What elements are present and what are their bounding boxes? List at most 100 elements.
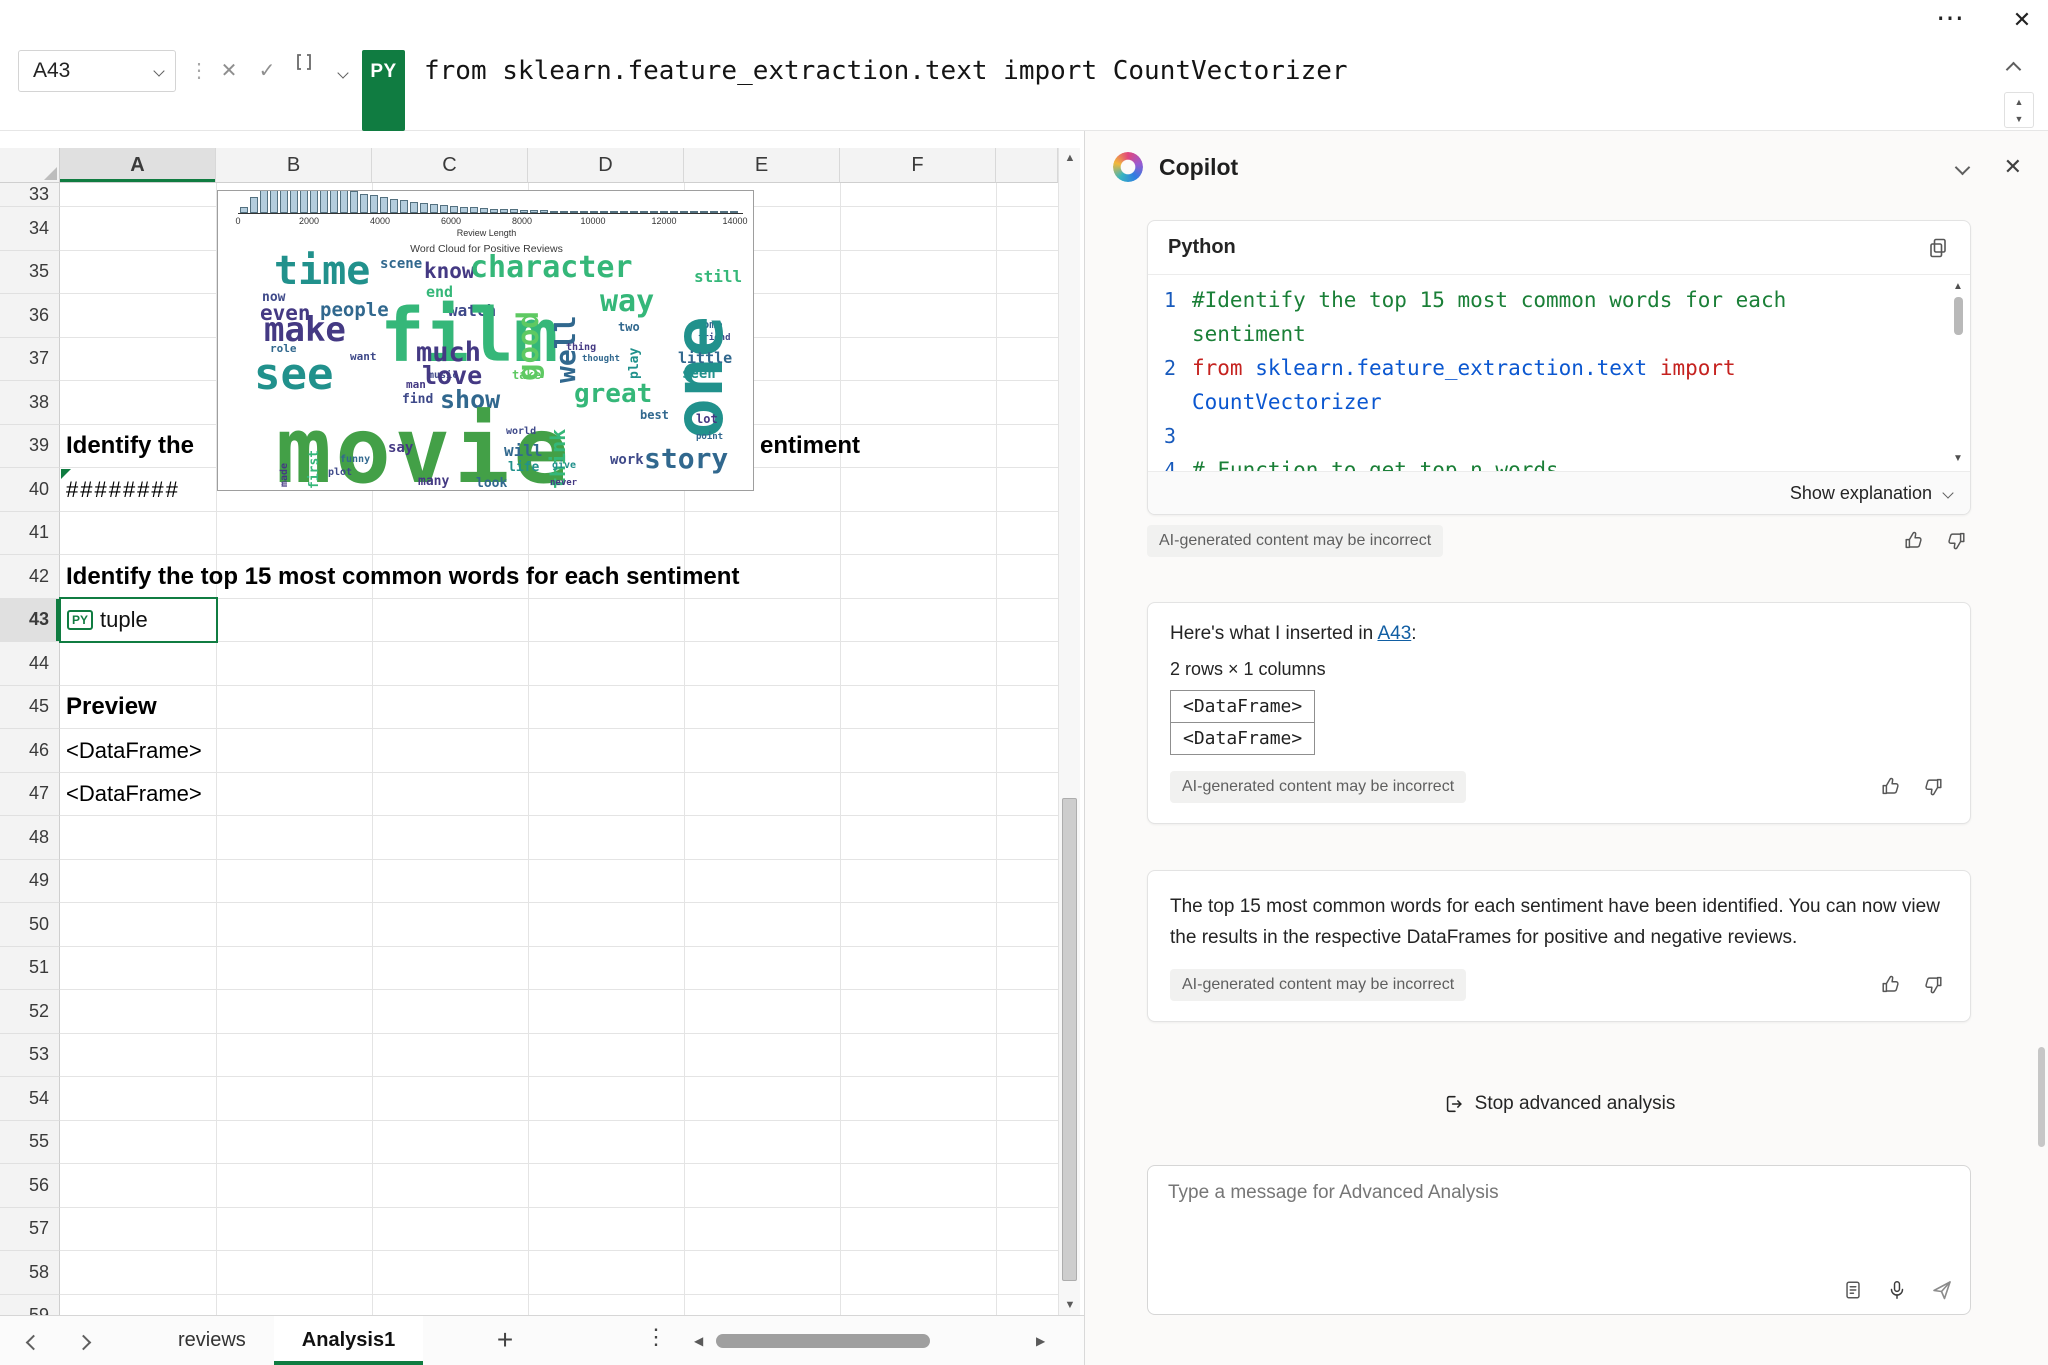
row-header-35[interactable]: 35 <box>0 251 60 295</box>
show-explanation-button[interactable]: Show explanation <box>1148 471 1970 514</box>
scroll-down-icon[interactable]: ▼ <box>1059 1295 1081 1315</box>
row-header-36[interactable]: 36 <box>0 294 60 338</box>
hscroll-right-icon[interactable]: ▶ <box>1036 1334 1045 1348</box>
column-header-C[interactable]: C <box>372 148 528 183</box>
row-header-52[interactable]: 52 <box>0 990 60 1034</box>
cloud-word: play <box>628 348 641 379</box>
row-header-40[interactable]: 40 <box>0 468 60 512</box>
row-header-53[interactable]: 53 <box>0 1034 60 1078</box>
code-scrollbar[interactable]: ▲ ▼ <box>1950 281 1966 465</box>
row-header-56[interactable]: 56 <box>0 1164 60 1208</box>
sheet-options-kebab-icon[interactable]: ⋮ <box>645 1324 667 1350</box>
row-header-49[interactable]: 49 <box>0 860 60 904</box>
select-all-corner[interactable] <box>0 148 60 183</box>
sheet-nav-right-icon[interactable] <box>78 1335 89 1353</box>
enter-check-icon[interactable]: ✓ <box>252 50 282 92</box>
cell-A46-text[interactable]: <DataFrame> <box>66 729 202 773</box>
copilot-collapse-icon[interactable] <box>1957 162 1968 173</box>
grid-vline <box>996 183 997 1315</box>
chat-input[interactable] <box>1168 1182 1808 1204</box>
thumbs-up-icon[interactable] <box>1880 776 1902 798</box>
formula-bar-collapse-icon[interactable] <box>2008 62 2019 80</box>
microphone-icon[interactable] <box>1886 1279 1908 1301</box>
row-header-38[interactable]: 38 <box>0 381 60 425</box>
row-header-59[interactable]: 59 <box>0 1295 60 1316</box>
cell-A47-text[interactable]: <DataFrame> <box>66 773 202 817</box>
cloud-word: made <box>280 463 290 487</box>
sheet-tab-reviews[interactable]: reviews <box>150 1316 274 1365</box>
cell-A42-text[interactable]: Identify the top 15 most common words fo… <box>66 555 739 599</box>
thumbs-down-icon[interactable] <box>1945 530 1967 552</box>
grid-vertical-scrollbar[interactable]: ▲ ▼ <box>1058 148 1080 1315</box>
column-header-partial[interactable] <box>996 148 1058 183</box>
window-more-icon[interactable]: ⋯ <box>1928 0 1972 40</box>
cell-A39-text-left[interactable]: Identify the <box>66 425 194 469</box>
name-box-chevron-icon[interactable] <box>153 65 164 76</box>
hscroll-left-icon[interactable]: ◀ <box>694 1334 703 1348</box>
embedded-chart-object[interactable]: 02000400060008000100001200014000 Review … <box>217 190 754 491</box>
name-box[interactable]: A43 <box>18 50 176 92</box>
thumbs-up-icon[interactable] <box>1880 974 1902 996</box>
spinner-down-icon[interactable]: ▼ <box>2015 114 2024 124</box>
row-header-44[interactable]: 44 <box>0 642 60 686</box>
row-header-41[interactable]: 41 <box>0 512 60 556</box>
vertical-scroll-thumb[interactable] <box>1062 798 1077 1281</box>
column-header-F[interactable]: F <box>840 148 996 183</box>
cell-flag-triangle <box>61 469 71 479</box>
column-header-A[interactable]: A <box>60 148 216 183</box>
row-header-57[interactable]: 57 <box>0 1208 60 1252</box>
row-header-42[interactable]: 42 <box>0 555 60 599</box>
thumbs-down-icon[interactable] <box>1922 974 1944 996</box>
cancel-icon[interactable]: ✕ <box>214 50 244 92</box>
row-header-50[interactable]: 50 <box>0 903 60 947</box>
column-header-D[interactable]: D <box>528 148 684 183</box>
cell-A45-text[interactable]: Preview <box>66 686 157 730</box>
column-header-E[interactable]: E <box>684 148 840 183</box>
spreadsheet-grid[interactable]: ABCDEF 333435363738394041424344454647484… <box>0 148 1058 1315</box>
prompt-library-icon[interactable] <box>1842 1279 1864 1301</box>
horizontal-scroll-thumb[interactable] <box>716 1334 930 1348</box>
row-header-51[interactable]: 51 <box>0 947 60 991</box>
cell-A40-overflow[interactable]: ######## <box>66 468 180 512</box>
python-object-icon[interactable] <box>292 50 322 92</box>
window-close-icon[interactable]: ✕ <box>2000 0 2044 40</box>
row-header-58[interactable]: 58 <box>0 1251 60 1295</box>
kebab-icon[interactable]: ⋮ <box>184 50 214 92</box>
row-header-46[interactable]: 46 <box>0 729 60 773</box>
thumbs-down-icon[interactable] <box>1922 776 1944 798</box>
row-header-45[interactable]: 45 <box>0 686 60 730</box>
row-header-55[interactable]: 55 <box>0 1121 60 1165</box>
row-header-48[interactable]: 48 <box>0 816 60 860</box>
sheet-tab-analysis1[interactable]: Analysis1 <box>274 1316 423 1365</box>
scroll-up-icon[interactable]: ▲ <box>1059 148 1081 168</box>
row-header-54[interactable]: 54 <box>0 1077 60 1121</box>
formula-options-chevron-icon[interactable] <box>328 50 358 92</box>
python-object-chip: PY <box>67 610 93 630</box>
stop-advanced-analysis-button[interactable]: Stop advanced analysis <box>1443 1093 1676 1115</box>
add-sheet-button[interactable]: + <box>486 1322 524 1360</box>
sheet-nav-left-icon[interactable] <box>28 1335 39 1353</box>
cell-A39-text-right[interactable]: entiment <box>760 425 860 469</box>
formula-input[interactable]: from sklearn.feature_extraction.text imp… <box>424 50 1924 92</box>
spinner-up-icon[interactable]: ▲ <box>2015 97 2024 107</box>
code-editor[interactable]: 1#Identify the top 15 most common words … <box>1148 275 1970 471</box>
row-header-37[interactable]: 37 <box>0 338 60 382</box>
panel-scrollbar-thumb[interactable] <box>2038 1047 2045 1147</box>
send-icon[interactable] <box>1930 1278 1954 1302</box>
column-header-B[interactable]: B <box>216 148 372 183</box>
code-line: 1#Identify the top 15 most common words … <box>1148 283 1970 351</box>
code-scroll-up-icon[interactable]: ▲ <box>1953 281 1963 293</box>
row-header-47[interactable]: 47 <box>0 773 60 817</box>
active-cell-A43[interactable]: PY tuple <box>59 597 218 643</box>
copy-code-icon[interactable] <box>1926 236 1950 260</box>
code-scroll-thumb[interactable] <box>1954 297 1963 335</box>
cell-reference-link[interactable]: A43 <box>1377 623 1411 644</box>
row-header-34[interactable]: 34 <box>0 207 60 251</box>
row-header-33[interactable]: 33 <box>0 183 60 207</box>
row-header-39[interactable]: 39 <box>0 425 60 469</box>
formula-bar-spinner[interactable]: ▲▼ <box>2004 92 2034 128</box>
code-scroll-down-icon[interactable]: ▼ <box>1953 453 1963 465</box>
thumbs-up-icon[interactable] <box>1903 530 1925 552</box>
copilot-close-icon[interactable]: ✕ <box>2004 154 2022 180</box>
row-header-43[interactable]: 43 <box>0 599 60 643</box>
